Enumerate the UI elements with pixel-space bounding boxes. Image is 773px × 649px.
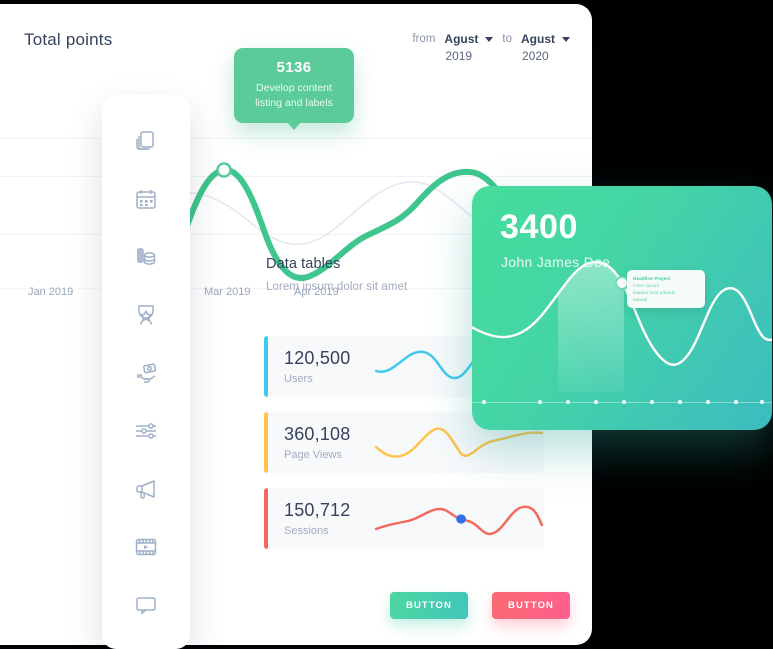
chat-bubble-icon [133, 592, 159, 618]
axis-dot [622, 400, 626, 404]
axis-dot [734, 400, 738, 404]
megaphone-icon [133, 476, 159, 502]
axis-dot [760, 400, 764, 404]
axis-dot [594, 400, 598, 404]
axis-dot [482, 400, 486, 404]
row-accent-bar [264, 412, 268, 473]
table-row[interactable]: 150,712 Sessions [264, 488, 544, 549]
metric-label: Page Views [284, 449, 342, 461]
axis-dot [650, 400, 654, 404]
date-range-picker[interactable]: from Agust 2019 to Agust 2020 [412, 32, 570, 63]
from-date-field[interactable]: Agust 2019 [444, 32, 494, 63]
metric-value: 360,108 [284, 424, 351, 444]
axis-dot [706, 400, 710, 404]
metric-value: 120,500 [284, 348, 351, 368]
to-date-field[interactable]: Agust 2020 [521, 32, 570, 63]
tooltip-line-2: lalalala lsdd adaadk [633, 290, 676, 295]
axis-dot [472, 186, 476, 190]
project-tooltip: Deadline Project lorem ipsum lalalala ls… [627, 270, 705, 308]
sidebar-item-awards[interactable] [124, 293, 168, 337]
sliders-settings-icon [133, 418, 159, 444]
callout-line-2: listing and labels [255, 97, 333, 109]
hand-money-icon [133, 360, 159, 386]
axis-label-2: Mar 2019 [204, 286, 251, 298]
sidebar-item-calendar[interactable] [124, 177, 168, 221]
data-tables-subtitle: Lorem ipsum dolor sit amet [266, 281, 408, 293]
award-medal-icon [133, 302, 159, 328]
chevron-down-icon[interactable] [562, 36, 570, 42]
user-name: John James Doe [501, 254, 611, 270]
tooltip-line-1: lorem ipsum [633, 283, 660, 288]
metric-value: 150,712 [284, 500, 351, 520]
chevron-down-icon[interactable] [485, 36, 494, 42]
primary-button[interactable]: BUTTON [390, 592, 469, 619]
tooltip-title: Deadline Project [633, 276, 671, 281]
row-accent-bar [264, 488, 268, 549]
sparkline-sessions [374, 505, 544, 535]
database-coins-icon [133, 244, 159, 270]
sidebar-item-video[interactable] [124, 525, 168, 569]
callout-line-1: Develop content [256, 82, 332, 94]
to-label: to [502, 33, 512, 45]
from-label: from [412, 33, 436, 45]
secondary-button[interactable]: BUTTON [492, 592, 571, 619]
data-tables-title: Data tables [266, 256, 341, 272]
button-row: BUTTON BUTTON [390, 592, 571, 619]
sidebar-item-finance[interactable] [124, 235, 168, 279]
chart-tooltip-callout: 5136 Develop content listing and labels [234, 48, 354, 130]
metric-label: Sessions [284, 525, 329, 537]
sidebar-item-documents[interactable] [124, 119, 168, 163]
sidebar-item-messages[interactable] [124, 583, 168, 627]
callout-value: 5136 [276, 59, 312, 76]
sidebar [102, 95, 190, 649]
user-points-card: 3400 John James Doe Deadline Project lor… [472, 186, 772, 430]
points-value: 3400 [500, 208, 579, 246]
to-month-value: Agust [521, 32, 555, 46]
tooltip-line-3: adaadi [633, 297, 648, 302]
data-tables-header: Data tables Lorem ipsum dolor sit amet [266, 256, 407, 293]
calendar-icon [133, 186, 159, 212]
sidebar-item-payments[interactable] [124, 351, 168, 395]
copy-documents-icon [133, 128, 159, 154]
from-month-value: Agust [444, 32, 479, 46]
axis-dot [566, 400, 570, 404]
metric-label: Users [284, 373, 313, 385]
axis-dot [538, 400, 542, 404]
screenshot-root: Jan 2019 Feb Total points from Agust 201… [0, 0, 773, 649]
from-year-value: 2019 [445, 49, 473, 63]
sidebar-item-announcements[interactable] [124, 467, 168, 511]
to-year-value: 2020 [522, 49, 549, 63]
axis-dot [678, 400, 682, 404]
sidebar-item-settings[interactable] [124, 409, 168, 453]
page-title: Total points [24, 30, 113, 49]
axis-label-0: Jan 2019 [28, 286, 74, 298]
film-video-icon [133, 534, 159, 560]
row-accent-bar [264, 336, 268, 397]
